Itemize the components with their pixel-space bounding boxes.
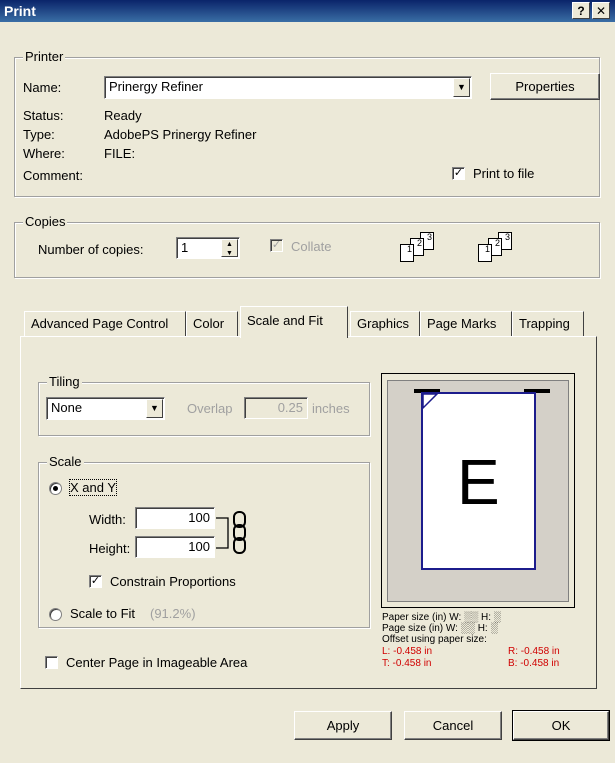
tab-graphics[interactable]: Graphics [350, 311, 420, 336]
tiling-group-label: Tiling [47, 374, 82, 389]
scale-to-fit-radio[interactable] [49, 608, 62, 621]
height-label: Height: [89, 541, 131, 556]
chain-link-icon[interactable] [214, 510, 254, 558]
title-bar: Print ? ✕ [0, 0, 615, 22]
status-label: Status: [23, 108, 64, 123]
printer-name-dropdown[interactable]: Prinergy Refiner ▼ [104, 76, 472, 99]
paper-size-row: Paper size (in) W: ░░ H: ░ [382, 612, 501, 623]
preview-info: Paper size (in) W: ░░ H: ░ Page size (in… [382, 612, 501, 645]
center-page-label[interactable]: Center Page in Imageable Area [66, 655, 247, 670]
tiling-dropdown[interactable]: None ▼ [46, 397, 165, 420]
tab-trapping[interactable]: Trapping [512, 311, 584, 336]
print-to-file-checkbox[interactable]: ✓ [452, 167, 465, 180]
properties-button[interactable]: Properties [490, 73, 600, 100]
chevron-down-icon[interactable]: ▼ [453, 78, 470, 97]
scale-to-fit-label[interactable]: Scale to Fit [70, 606, 135, 621]
page-1-icon: 1 [400, 244, 414, 262]
spin-arrows-icon[interactable]: ▲ ▼ [221, 239, 238, 257]
type-value: AdobePS Prinergy Refiner [104, 127, 257, 142]
where-value: FILE: [104, 146, 136, 161]
width-value: 100 [188, 510, 210, 525]
page-preview: E [381, 373, 575, 608]
constrain-proportions-label[interactable]: Constrain Proportions [110, 574, 236, 589]
close-button[interactable]: ✕ [592, 2, 610, 19]
preview-letter: E [457, 446, 500, 518]
collate-pages-icon-2: 3 2 1 [478, 232, 538, 272]
comment-label: Comment: [23, 168, 83, 183]
printer-name-label: Name: [23, 80, 62, 95]
constrain-proportions-checkbox[interactable]: ✓ [89, 575, 102, 588]
overlap-value: 0.25 [277, 400, 303, 415]
close-icon: ✕ [595, 4, 607, 18]
window-title: Print [4, 3, 36, 19]
tiling-value: None [51, 400, 83, 415]
page-size-height-label: H: [477, 623, 488, 634]
status-value: Ready [104, 108, 142, 123]
tab-advanced-page-control[interactable]: Advanced Page Control [24, 311, 186, 336]
x-and-y-radio[interactable] [49, 482, 62, 495]
copies-spinner[interactable]: 1 ▲ ▼ [176, 237, 240, 259]
scale-group-label: Scale [47, 454, 84, 469]
offset-right: R: -0.458 in [508, 646, 560, 657]
collate-pages-icon-1: 3 2 1 [400, 232, 460, 272]
collate-checkbox[interactable]: ✓ [270, 239, 283, 252]
center-page-checkbox[interactable] [45, 656, 58, 669]
copies-label: Number of copies: [38, 242, 144, 257]
apply-button[interactable]: Apply [294, 711, 392, 740]
page-corner-icon [423, 394, 439, 410]
printer-name-value: Prinergy Refiner [109, 79, 203, 94]
page-size-row: Page size (in) W: ░░ H: ░ [382, 623, 498, 634]
printer-group-label: Printer [23, 49, 66, 64]
copies-value: 1 [181, 240, 189, 255]
copies-group-label: Copies [23, 214, 68, 229]
radio-selected-dot [53, 486, 58, 491]
offset-left: L: -0.458 in [382, 646, 433, 657]
tab-color[interactable]: Color [186, 311, 238, 336]
chevron-down-icon[interactable]: ▼ [146, 399, 163, 418]
overlap-input[interactable]: 0.25 [244, 397, 308, 419]
where-label: Where: [23, 146, 65, 161]
ok-button[interactable]: OK [512, 710, 610, 741]
overlap-unit: inches [312, 401, 350, 416]
scale-to-fit-value: (91.2%) [150, 606, 196, 621]
offset-bottom: B: -0.458 in [508, 658, 560, 669]
question-mark-icon: ? [577, 4, 585, 18]
page-size-label: Page size (in) W: [382, 623, 458, 634]
offset-label: Offset using paper size: [382, 634, 487, 645]
tab-scale-and-fit[interactable]: Scale and Fit [240, 306, 348, 338]
page-1-icon: 1 [478, 244, 492, 262]
offset-top: T: -0.458 in [382, 658, 432, 669]
type-label: Type: [23, 127, 55, 142]
width-input[interactable]: 100 [135, 507, 215, 529]
overlap-label: Overlap [187, 401, 233, 416]
help-button[interactable]: ? [572, 2, 590, 19]
tab-page-marks[interactable]: Page Marks [420, 311, 512, 336]
print-to-file-label[interactable]: Print to file [473, 166, 534, 181]
x-and-y-label[interactable]: X and Y [68, 479, 118, 496]
paper-size-height-label: H: [481, 612, 492, 623]
paper-size-label: Paper size (in) W: [382, 612, 462, 623]
height-input[interactable]: 100 [135, 536, 215, 558]
collate-label[interactable]: Collate [291, 239, 331, 254]
cancel-button[interactable]: Cancel [404, 711, 502, 740]
height-value: 100 [188, 539, 210, 554]
preview-area: E [387, 380, 569, 602]
paper-outline: E [421, 392, 536, 570]
width-label: Width: [89, 512, 126, 527]
